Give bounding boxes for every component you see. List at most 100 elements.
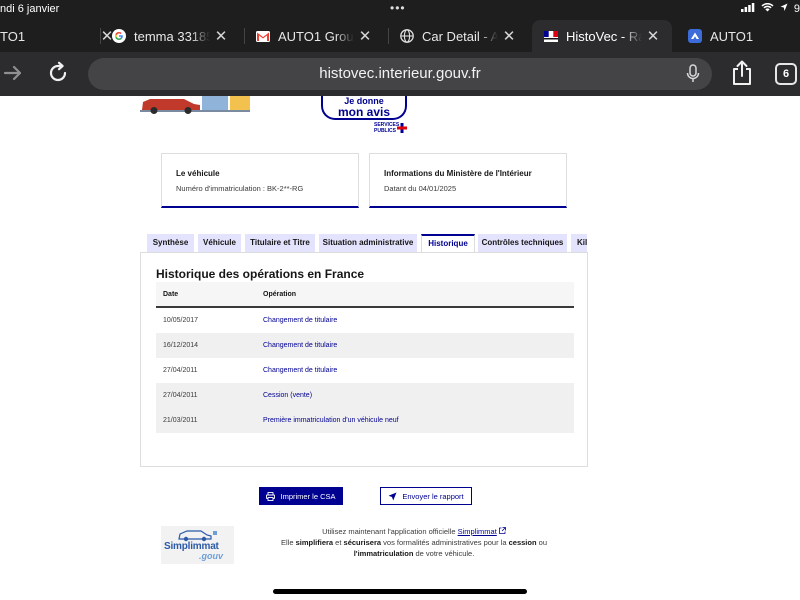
simplimmat-car-icon: [178, 530, 217, 542]
close-icon[interactable]: ✕: [210, 27, 232, 45]
table-row: 27/04/2011 Cession (vente): [156, 383, 574, 408]
row-date: 27/04/2011: [163, 392, 198, 399]
col-operation: Opération: [263, 291, 297, 298]
send-icon: [388, 492, 397, 500]
google-icon: [112, 29, 126, 43]
simplimmat-logo[interactable]: Simplimmat .gouv: [161, 526, 234, 564]
url-text[interactable]: histovec.interieur.gouv.fr: [88, 65, 712, 82]
send-label: Envoyer le rapport: [402, 491, 464, 501]
tab-title: temma 33185 si: [134, 28, 210, 44]
services-publics-logo: SERVICES PUBLICS: [374, 122, 399, 134]
tab-titulaire-et-titre[interactable]: Titulaire et Titre: [245, 234, 315, 252]
tab-title: AUTO1 Group Ma: [278, 28, 354, 44]
vehicle-card-title: Le véhicule: [176, 169, 220, 178]
browser-window: ndi 6 janvier ••• 9 TO1 ✕ temma 33185 ✕ …: [0, 0, 800, 600]
share-icon[interactable]: [730, 60, 754, 86]
forward-arrow-icon[interactable]: [2, 62, 24, 84]
promo-line3: l'immatriculation de votre véhicule.: [265, 548, 563, 559]
promo-bold: simplifiera: [295, 538, 334, 547]
tab-count-button[interactable]: 6: [775, 63, 797, 85]
ministry-info-card: Informations du Ministère de l'Intérieur…: [369, 153, 567, 208]
promo-text: ou: [536, 538, 547, 547]
multitask-dots-icon[interactable]: •••: [390, 1, 406, 15]
tab-title: AUTO1: [710, 28, 754, 44]
row-operation: Cession (vente): [263, 392, 313, 399]
simplimmat-link[interactable]: Simplimmat: [458, 527, 497, 536]
tab-title: HistoVec - Rappo: [566, 28, 642, 44]
microphone-icon[interactable]: [686, 64, 700, 84]
history-table: Date Opération 10/05/2017 Changement de …: [156, 282, 574, 433]
avis-line2: mon avis: [337, 105, 391, 119]
report-tabs: Synthèse Véhicule Titulaire et Titre Sit…: [147, 234, 587, 252]
status-bar: ndi 6 janvier ••• 9: [0, 0, 800, 18]
tab-controles-techniques[interactable]: Contrôles techniques: [478, 234, 567, 252]
promo-bold: l'immatriculation: [353, 549, 414, 558]
home-indicator[interactable]: [273, 589, 527, 594]
browser-tab-auto1[interactable]: AUTO1: [676, 20, 800, 52]
address-bar[interactable]: histovec.interieur.gouv.fr: [88, 58, 712, 90]
send-report-button[interactable]: Envoyer le rapport: [380, 487, 472, 505]
registration-number: Numéro d'immatriculation : BK-2**-RG: [176, 184, 304, 193]
tab-kilometrage[interactable]: Kilo: [571, 234, 587, 252]
row-date: 16/12/2014: [163, 342, 199, 349]
data-date: Datant du 04/01/2025: [384, 184, 457, 193]
tab-situation-administrative[interactable]: Situation administrative: [319, 234, 417, 252]
external-link-icon: [498, 527, 506, 534]
promo-text: et: [333, 538, 344, 547]
promo-text: de votre véhicule.: [413, 549, 475, 558]
row-date: 27/04/2011: [163, 367, 198, 374]
status-icons: 9: [738, 2, 800, 15]
close-icon[interactable]: ✕: [642, 27, 664, 45]
browser-toolbar: histovec.interieur.gouv.fr 6: [0, 52, 800, 96]
table-row: 27/04/2011 Changement de titulaire: [156, 358, 574, 383]
battery-percent: 9: [793, 3, 800, 15]
promo-line2: Elle simplifiera et sécurisera vos forma…: [265, 537, 563, 548]
french-flag-icon: [544, 29, 558, 43]
promo-text: vos formalités administratives pour la: [381, 538, 509, 547]
browser-tab-car-detail[interactable]: Car Detail - Adm ✕: [388, 20, 528, 52]
tab-historique[interactable]: Historique: [421, 234, 475, 252]
simplimmat-promo: Utilisez maintenant l'application offici…: [265, 526, 563, 559]
ministry-card-title: Informations du Ministère de l'Intérieur: [384, 169, 532, 178]
browser-tab-google[interactable]: temma 33185 si ✕: [100, 20, 240, 52]
browser-tab-gmail[interactable]: AUTO1 Group Ma ✕: [244, 20, 384, 52]
promo-text: Elle: [280, 538, 296, 547]
print-csa-button[interactable]: Imprimer le CSA: [259, 487, 343, 505]
history-panel: Historique des opérations en France Date…: [140, 252, 588, 467]
wifi-icon: [761, 2, 777, 15]
table-row: 16/12/2014 Changement de titulaire: [156, 333, 574, 358]
row-operation: Première immatriculation d'un véhicule n…: [263, 417, 399, 424]
table-header: Date Opération: [156, 282, 574, 308]
tab-vehicule[interactable]: Véhicule: [198, 234, 241, 252]
tab-strip: TO1 ✕ temma 33185 si ✕ AUTO1 Group Ma ✕: [0, 20, 800, 52]
history-title: Historique des opérations en France: [156, 267, 365, 281]
browser-chrome: ndi 6 janvier ••• 9 TO1 ✕ temma 33185 ✕ …: [0, 0, 800, 54]
row-operation: Changement de titulaire: [263, 342, 338, 349]
promo-text: Utilisez maintenant l'application offici…: [322, 527, 458, 536]
close-icon[interactable]: ✕: [498, 27, 520, 45]
tab-title: Car Detail - Adm: [422, 28, 498, 44]
services-publics-plus-icon: [397, 120, 407, 133]
vehicle-info-card: Le véhicule Numéro d'immatriculation : B…: [161, 153, 359, 208]
simplimmat-gouv: .gouv: [199, 551, 223, 561]
row-operation: Changement de titulaire: [263, 317, 338, 324]
promo-bold: cession: [508, 538, 537, 547]
promo-line1: Utilisez maintenant l'application offici…: [265, 526, 563, 537]
je-donne-mon-avis-button[interactable]: Je donne mon avis: [321, 96, 407, 120]
page-content: Je donne mon avis SERVICES PUBLICS Le vé…: [0, 96, 800, 600]
location-icon: [780, 3, 791, 15]
sp-line2: PUBLICS: [374, 128, 396, 134]
row-date: 21/03/2011: [163, 417, 198, 424]
row-date: 10/05/2017: [163, 317, 199, 324]
col-date: Date: [163, 291, 179, 298]
tab-synthese[interactable]: Synthèse: [147, 234, 194, 252]
close-icon[interactable]: ✕: [354, 27, 376, 45]
reload-icon[interactable]: [46, 61, 70, 85]
browser-tab-histovec[interactable]: HistoVec - Rappo ✕: [532, 20, 672, 52]
car-illustration: [140, 96, 250, 114]
tab-title: TO1: [0, 28, 26, 44]
printer-icon: [266, 491, 276, 501]
table-row: 21/03/2011 Première immatriculation d'un…: [156, 408, 574, 433]
signal-icon: [740, 3, 758, 15]
print-label: Imprimer le CSA: [280, 491, 336, 501]
